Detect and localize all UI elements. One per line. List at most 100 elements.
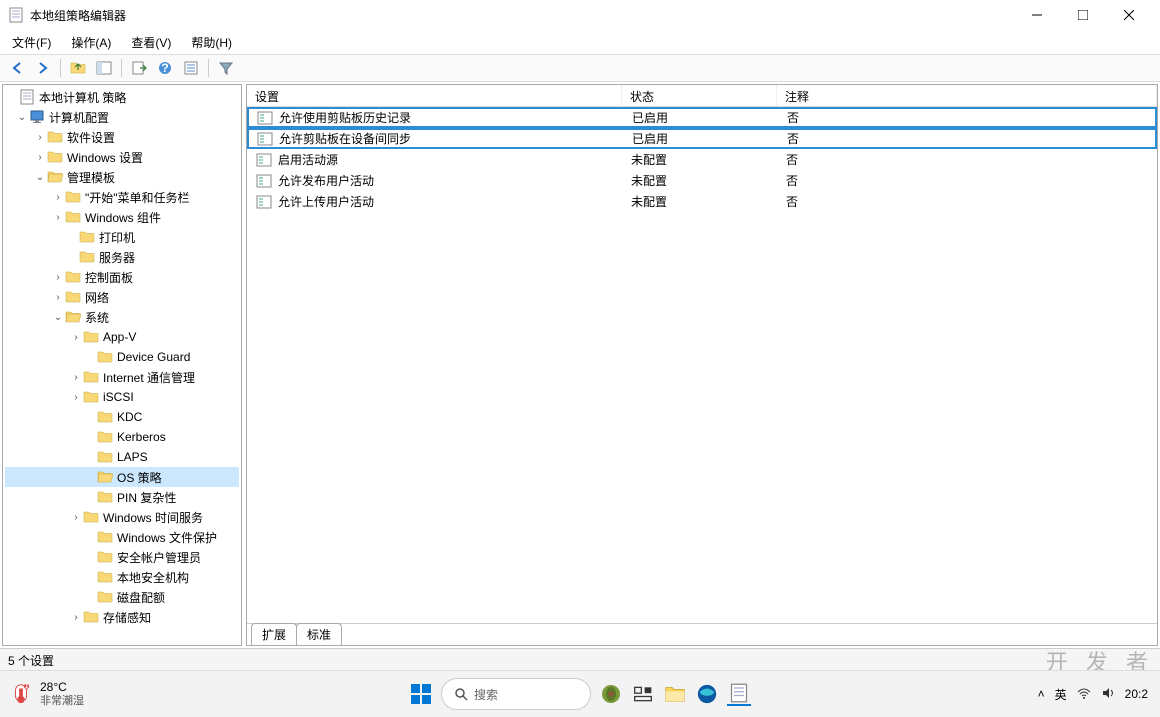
tree-network[interactable]: ›网络 bbox=[5, 287, 239, 307]
chevron-right-icon[interactable]: › bbox=[33, 132, 47, 143]
list-body[interactable]: 允许使用剪贴板历史记录已启用否允许剪贴板在设备间同步已启用否启用活动源未配置否允… bbox=[247, 107, 1157, 623]
taskbar-explorer[interactable] bbox=[663, 682, 687, 706]
chevron-down-icon[interactable]: ⌄ bbox=[33, 172, 47, 183]
tree-printers[interactable]: 打印机 bbox=[5, 227, 239, 247]
chevron-right-icon[interactable]: › bbox=[51, 192, 65, 203]
taskbar: 1 28°C 非常潮湿 搜索 ˄ 英 20:2 bbox=[0, 670, 1160, 717]
svg-text:1: 1 bbox=[23, 683, 29, 692]
tree-win-file-protect[interactable]: Windows 文件保护 bbox=[5, 527, 239, 547]
tray-wifi-icon[interactable] bbox=[1077, 686, 1091, 703]
row-setting: 允许剪贴板在设备间同步 bbox=[279, 130, 411, 147]
tree-appv[interactable]: ›App-V bbox=[5, 327, 239, 347]
tree-software-settings[interactable]: ›软件设置 bbox=[5, 127, 239, 147]
properties-button[interactable] bbox=[180, 57, 202, 79]
tree-disk-quota[interactable]: 磁盘配额 bbox=[5, 587, 239, 607]
row-status: 未配置 bbox=[623, 150, 778, 169]
close-button[interactable] bbox=[1106, 0, 1152, 30]
tray-chevron-icon[interactable]: ˄ bbox=[1038, 687, 1045, 701]
show-hide-tree-button[interactable] bbox=[93, 57, 115, 79]
menu-help[interactable]: 帮助(H) bbox=[187, 32, 236, 53]
tree-pin-complexity[interactable]: PIN 复杂性 bbox=[5, 487, 239, 507]
row-setting: 启用活动源 bbox=[278, 151, 338, 168]
forward-button[interactable] bbox=[32, 57, 54, 79]
tab-standard[interactable]: 标准 bbox=[296, 623, 342, 645]
list-row[interactable]: 允许发布用户活动未配置否 bbox=[247, 170, 1157, 191]
tray-time[interactable]: 20:2 bbox=[1125, 687, 1148, 701]
filter-button[interactable] bbox=[215, 57, 237, 79]
tree-internet-comm[interactable]: ›Internet 通信管理 bbox=[5, 367, 239, 387]
tray-volume-icon[interactable] bbox=[1101, 686, 1115, 703]
chevron-right-icon[interactable]: › bbox=[69, 372, 83, 383]
list-row[interactable]: 允许剪贴板在设备间同步 已启用否 bbox=[247, 128, 1157, 149]
taskbar-edge[interactable] bbox=[695, 682, 719, 706]
chevron-right-icon[interactable]: › bbox=[33, 152, 47, 163]
setting-item-icon bbox=[256, 173, 272, 189]
chevron-right-icon[interactable]: › bbox=[51, 212, 65, 223]
tree-os-policy[interactable]: OS 策略 bbox=[5, 467, 239, 487]
list-row[interactable]: 允许使用剪贴板历史记录已启用否 bbox=[247, 107, 1157, 128]
app-window: 本地组策略编辑器 文件(F) 操作(A) 查看(V) 帮助(H) ? 本地计算机… bbox=[0, 0, 1160, 670]
row-status: 未配置 bbox=[623, 192, 778, 211]
tree-control-panel[interactable]: ›控制面板 bbox=[5, 267, 239, 287]
tree-laps[interactable]: LAPS bbox=[5, 447, 239, 467]
taskbar-weather[interactable]: 1 28°C 非常潮湿 bbox=[0, 681, 84, 706]
chevron-right-icon[interactable]: › bbox=[69, 512, 83, 523]
chevron-right-icon[interactable]: › bbox=[69, 332, 83, 343]
chevron-down-icon[interactable]: ⌄ bbox=[15, 112, 29, 123]
chevron-right-icon[interactable]: › bbox=[69, 612, 83, 623]
tree-kerberos[interactable]: Kerberos bbox=[5, 427, 239, 447]
search-box[interactable]: 搜索 bbox=[441, 678, 591, 710]
tree-admin-templates[interactable]: ⌄管理模板 bbox=[5, 167, 239, 187]
tab-extended[interactable]: 扩展 bbox=[251, 623, 297, 645]
panel-tabs: 扩展 标准 bbox=[247, 623, 1157, 645]
tree-windows-settings[interactable]: ›Windows 设置 bbox=[5, 147, 239, 167]
chevron-right-icon[interactable]: › bbox=[51, 272, 65, 283]
setting-item-icon bbox=[257, 131, 273, 147]
taskbar-task-view[interactable] bbox=[631, 682, 655, 706]
tree-storage-sense[interactable]: ›存储感知 bbox=[5, 607, 239, 627]
search-placeholder: 搜索 bbox=[474, 686, 498, 703]
row-status: 已启用 bbox=[624, 129, 779, 148]
taskbar-app-1[interactable] bbox=[599, 682, 623, 706]
tree-windows-components[interactable]: ›Windows 组件 bbox=[5, 207, 239, 227]
col-header-setting[interactable]: 设置 bbox=[247, 85, 622, 106]
menu-file[interactable]: 文件(F) bbox=[8, 32, 55, 53]
minimize-button[interactable] bbox=[1014, 0, 1060, 30]
window-title: 本地组策略编辑器 bbox=[30, 7, 1014, 24]
tree-root[interactable]: 本地计算机 策略 bbox=[5, 87, 239, 107]
taskbar-gpedit[interactable] bbox=[727, 682, 751, 706]
row-note: 否 bbox=[779, 129, 1155, 148]
col-header-note[interactable]: 注释 bbox=[777, 85, 1157, 106]
row-status: 已启用 bbox=[624, 108, 779, 127]
row-note: 否 bbox=[778, 171, 1156, 190]
chevron-right-icon[interactable]: › bbox=[51, 292, 65, 303]
tree-device-guard[interactable]: Device Guard bbox=[5, 347, 239, 367]
start-button[interactable] bbox=[409, 682, 433, 706]
export-button[interactable] bbox=[128, 57, 150, 79]
tree-computer-config[interactable]: ⌄计算机配置 bbox=[5, 107, 239, 127]
list-row[interactable]: 启用活动源未配置否 bbox=[247, 149, 1157, 170]
tree-sec-account-mgr[interactable]: 安全帐户管理员 bbox=[5, 547, 239, 567]
back-button[interactable] bbox=[6, 57, 28, 79]
tree-system[interactable]: ⌄系统 bbox=[5, 307, 239, 327]
up-button[interactable] bbox=[67, 57, 89, 79]
tree-kdc[interactable]: KDC bbox=[5, 407, 239, 427]
row-setting: 允许发布用户活动 bbox=[278, 172, 374, 189]
chevron-down-icon[interactable]: ⌄ bbox=[51, 312, 65, 323]
tree-panel[interactable]: 本地计算机 策略 ⌄计算机配置 ›软件设置 ›Windows 设置 ⌄管理模板 … bbox=[2, 84, 242, 646]
chevron-right-icon[interactable]: › bbox=[69, 392, 83, 403]
tree-server[interactable]: 服务器 bbox=[5, 247, 239, 267]
weather-desc: 非常潮湿 bbox=[40, 695, 84, 707]
col-header-status[interactable]: 状态 bbox=[622, 85, 777, 106]
menu-action[interactable]: 操作(A) bbox=[67, 32, 115, 53]
maximize-button[interactable] bbox=[1060, 0, 1106, 30]
tree-local-sec-auth[interactable]: 本地安全机构 bbox=[5, 567, 239, 587]
tree-start-taskbar[interactable]: ›"开始"菜单和任务栏 bbox=[5, 187, 239, 207]
tree-win-time[interactable]: ›Windows 时间服务 bbox=[5, 507, 239, 527]
menu-view[interactable]: 查看(V) bbox=[127, 32, 175, 53]
tree-iscsi[interactable]: ›iSCSI bbox=[5, 387, 239, 407]
titlebar: 本地组策略编辑器 bbox=[0, 0, 1160, 30]
help-button[interactable]: ? bbox=[154, 57, 176, 79]
tray-lang[interactable]: 英 bbox=[1055, 686, 1067, 703]
list-row[interactable]: 允许上传用户活动未配置否 bbox=[247, 191, 1157, 212]
